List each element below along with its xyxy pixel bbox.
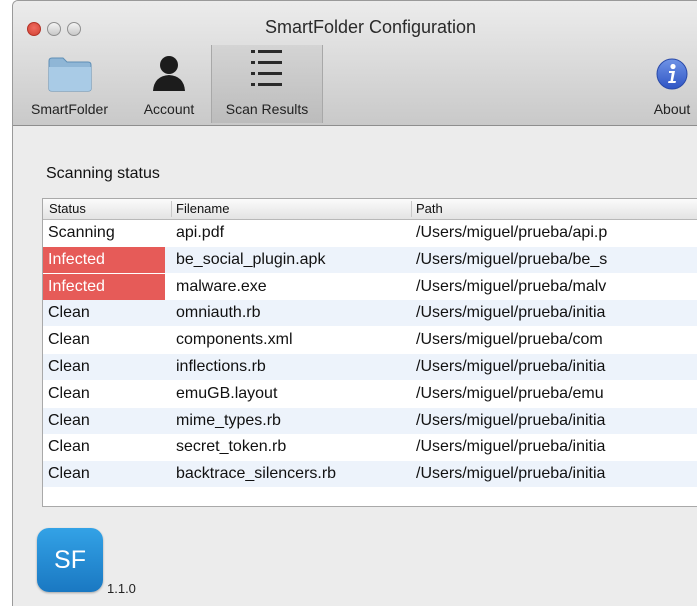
filename-cell: emuGB.layout bbox=[176, 384, 278, 402]
window-title: SmartFolder Configuration bbox=[264, 17, 477, 37]
table-row[interactable]: Clean backtrace_silencers.rb/Users/miguel… bbox=[43, 461, 697, 488]
status-text: Infected bbox=[48, 277, 105, 295]
path-cell: /Users/miguel/prueba/initia bbox=[416, 465, 606, 483]
toolbar-account-label: Account bbox=[143, 101, 195, 117]
path-cell: /Users/miguel/prueba/emu bbox=[416, 384, 604, 402]
folder-icon bbox=[48, 57, 91, 92]
table-row[interactable]: Clean components.xml/Users/miguel/prueba/… bbox=[43, 327, 697, 353]
toolbar-scan-results[interactable]: Scan Results bbox=[211, 45, 323, 123]
table-row[interactable]: Clean emuGB.layout/Users/miguel/prueba/em… bbox=[43, 381, 697, 407]
table-row[interactable]: Clean secret_token.rb/Users/miguel/prueba… bbox=[43, 434, 697, 460]
column-header-filename[interactable]: Filename bbox=[171, 201, 229, 217]
filename-cell: api.pdf bbox=[176, 224, 225, 241]
toolbar-account[interactable]: Account bbox=[131, 45, 207, 123]
path-cell: /Users/miguel/prueba/be_s bbox=[416, 250, 608, 268]
version-label: 1.1.0 bbox=[107, 581, 136, 596]
section-title: Scanning status bbox=[46, 165, 160, 182]
status-text: Infected bbox=[48, 250, 105, 268]
table-header: Status Filename Path bbox=[43, 199, 697, 220]
toolbar-about[interactable]: About bbox=[642, 45, 697, 123]
column-header-status[interactable]: Status bbox=[49, 201, 86, 216]
titlebar-toolbar: SmartFolder Configuration SmartFolder Ac… bbox=[13, 1, 697, 126]
app-window: SmartFolder Configuration SmartFolder Ac… bbox=[12, 0, 697, 606]
path-cell: /Users/miguel/prueba/initia bbox=[416, 411, 606, 429]
path-cell: /Users/miguel/prueba/com bbox=[416, 331, 603, 349]
table-row[interactable]: Clean omniauth.rb/Users/miguel/prueba/ini… bbox=[43, 300, 697, 327]
filename-cell: mime_types.rb bbox=[176, 411, 281, 429]
status-cell: Scanning bbox=[43, 220, 165, 246]
table-row[interactable]: Clean inflections.rb/Users/miguel/prueba/… bbox=[43, 354, 697, 380]
path-cell: /Users/miguel/prueba/initia bbox=[416, 438, 606, 456]
status-cell: Infected bbox=[43, 246, 165, 273]
toolbar-about-label: About bbox=[653, 101, 691, 117]
scan-results-table[interactable]: Status Filename Path Scanning api.pdf/Use… bbox=[42, 198, 697, 507]
status-cell: Clean bbox=[43, 300, 165, 326]
toolbar-scan-results-label: Scan Results bbox=[225, 101, 309, 117]
filename-cell: backtrace_silencers.rb bbox=[176, 465, 337, 483]
toolbar-smartfolder[interactable]: SmartFolder bbox=[13, 45, 126, 123]
path-cell: /Users/miguel/prueba/initia bbox=[416, 304, 606, 322]
filename-cell: malware.exe bbox=[176, 277, 267, 295]
filename-cell: secret_token.rb bbox=[176, 438, 287, 456]
path-cell: /Users/miguel/prueba/malv bbox=[416, 277, 607, 295]
status-text: Clean bbox=[48, 438, 90, 456]
status-cell: Clean bbox=[43, 327, 165, 353]
status-cell: Clean bbox=[43, 354, 165, 380]
list-icon bbox=[251, 50, 282, 86]
status-text: Clean bbox=[48, 331, 90, 349]
table-row[interactable]: Scanning api.pdf/Users/miguel/prueba/api.… bbox=[43, 220, 697, 246]
status-text: Scanning bbox=[48, 224, 115, 241]
filename-cell: inflections.rb bbox=[176, 358, 266, 375]
status-text: Clean bbox=[48, 465, 90, 483]
status-cell: Clean bbox=[43, 434, 165, 460]
filename-cell: omniauth.rb bbox=[176, 304, 261, 322]
info-icon bbox=[656, 58, 688, 90]
table-row[interactable]: Infected malware.exe/Users/miguel/prueba/… bbox=[43, 273, 697, 300]
status-cell: Infected bbox=[43, 273, 165, 300]
path-cell: /Users/miguel/prueba/initia bbox=[416, 358, 606, 375]
status-text: Clean bbox=[48, 304, 90, 322]
status-text: Clean bbox=[48, 358, 90, 375]
toolbar-smartfolder-label: SmartFolder bbox=[30, 101, 109, 117]
filename-cell: be_social_plugin.apk bbox=[176, 250, 326, 268]
filename-cell: components.xml bbox=[176, 331, 293, 349]
column-header-path[interactable]: Path bbox=[411, 201, 443, 217]
status-text: Clean bbox=[48, 411, 90, 429]
user-icon bbox=[153, 56, 185, 91]
status-cell: Clean bbox=[43, 408, 165, 434]
table-row[interactable]: Clean mime_types.rb/Users/miguel/prueba/i… bbox=[43, 407, 697, 434]
status-text: Clean bbox=[48, 384, 90, 402]
app-icon: SF bbox=[37, 528, 103, 592]
table-row[interactable]: Infected be_social_plugin.apk/Users/migue… bbox=[43, 246, 697, 273]
status-cell: Clean bbox=[43, 461, 165, 487]
path-cell: /Users/miguel/prueba/api.p bbox=[416, 224, 608, 241]
status-cell: Clean bbox=[43, 381, 165, 407]
